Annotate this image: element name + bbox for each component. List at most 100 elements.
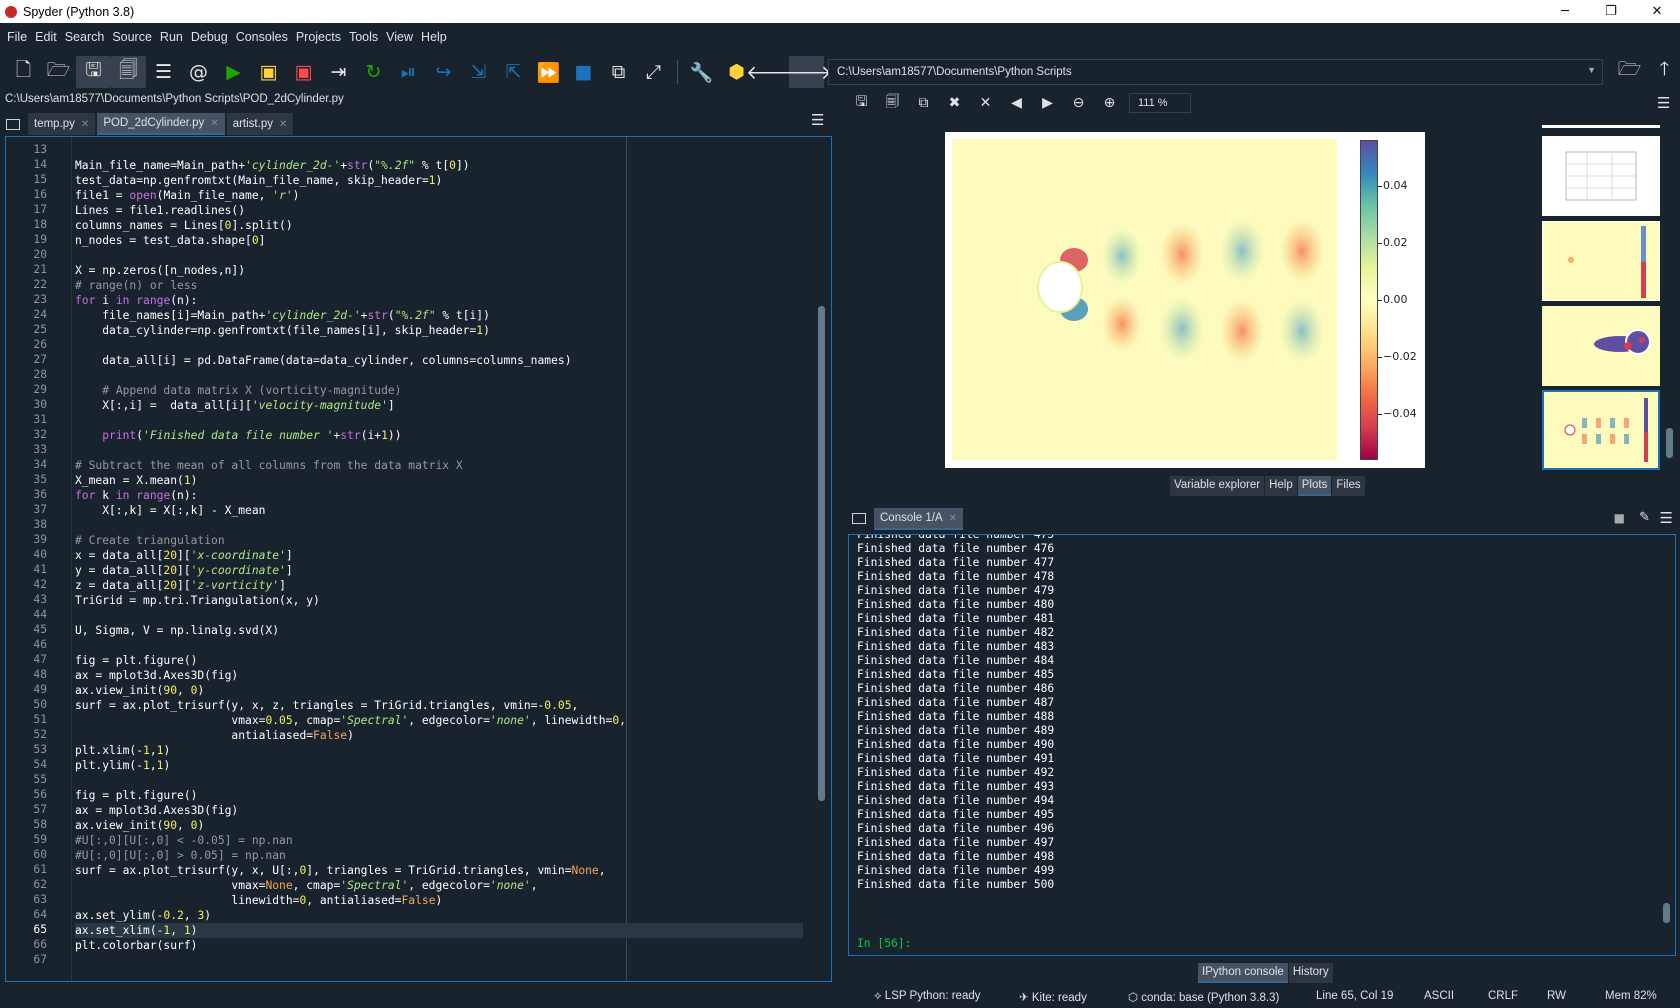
close-icon[interactable]: ✕ bbox=[210, 118, 218, 129]
plot-thumbnail[interactable] bbox=[1542, 125, 1660, 128]
code-line[interactable]: data_all[i] = pd.DataFrame(data=data_cyl… bbox=[75, 353, 571, 368]
code-line[interactable]: TriGrid = mp.tri.Triangulation(x, y) bbox=[75, 593, 320, 608]
tab-files[interactable]: Files bbox=[1332, 476, 1365, 496]
code-line[interactable]: ax = mplot3d.Axes3D(fig) bbox=[75, 803, 238, 818]
code-line[interactable]: ax.view_init(90, 0) bbox=[75, 818, 204, 833]
code-line[interactable]: plt.colorbar(surf) bbox=[75, 938, 197, 953]
debug-icon[interactable]: ⏯ bbox=[391, 56, 426, 88]
save-plot-icon[interactable]: 🖫 bbox=[846, 91, 877, 115]
zoom-in-icon[interactable]: ⊕ bbox=[1094, 95, 1125, 111]
working-directory-input[interactable]: C:\Users\am18577\Documents\Python Script… bbox=[828, 59, 1603, 85]
ipython-console[interactable]: Finished data file number 475 Finished da… bbox=[848, 534, 1676, 956]
code-editor[interactable]: 13 14 15 16 17 18 19 20 21 22 23 24 25 26 27 28 29 30 31 32… bbox=[5, 136, 832, 982]
code-line[interactable]: U, Sigma, V = np.linalg.svd(X) bbox=[75, 623, 279, 638]
stop-kernel-icon[interactable]: ■ bbox=[1614, 511, 1625, 525]
forward-arrow-icon[interactable]: 🡒 bbox=[781, 56, 832, 88]
menu-help[interactable]: Help bbox=[417, 30, 451, 44]
open-folder-icon[interactable]: 🗁 bbox=[41, 56, 76, 88]
copy-plot-icon[interactable]: ⧉ bbox=[908, 95, 939, 111]
code-line[interactable]: surf = ax.plot_trisurf(y, x, z, triangle… bbox=[75, 698, 578, 713]
code-line[interactable]: #U[:,0][U[:,0] < -0.05] = np.nan bbox=[75, 833, 293, 848]
scrollbar-thumb[interactable] bbox=[1663, 903, 1670, 923]
code-line[interactable]: for k in range(n): bbox=[75, 488, 197, 503]
code-line[interactable]: data_cylinder=np.genfromtxt(file_names[i… bbox=[75, 323, 490, 338]
pane-splitter[interactable] bbox=[836, 93, 844, 983]
menu-tools[interactable]: Tools bbox=[345, 30, 382, 44]
tab-ipython-console[interactable]: IPython console bbox=[1198, 963, 1288, 983]
code-line[interactable]: # Create triangulation bbox=[75, 533, 225, 548]
code-line[interactable]: #U[:,0][U[:,0] > 0.05] = np.nan bbox=[75, 848, 286, 863]
code-line[interactable]: antialiased=False) bbox=[75, 728, 353, 743]
close-icon[interactable]: ✕ bbox=[81, 119, 89, 130]
code-line[interactable]: vmax=None, cmap='Spectral', edgecolor='n… bbox=[75, 878, 537, 893]
code-line[interactable]: file1 = open(Main_file_name, 'r') bbox=[75, 188, 299, 203]
code-line[interactable]: ax.view_init(90, 0) bbox=[75, 683, 204, 698]
console-prompt[interactable]: In [56]: bbox=[857, 937, 911, 950]
remove-all-plots-icon[interactable]: ✕ bbox=[970, 95, 1001, 111]
editor-scrollbar[interactable] bbox=[816, 141, 826, 977]
parent-dir-icon[interactable]: 🡑 bbox=[1647, 55, 1680, 87]
remove-plot-icon[interactable]: ✖ bbox=[939, 95, 970, 111]
code-line[interactable]: test_data=np.genfromtxt(Main_file_name, … bbox=[75, 173, 442, 188]
tab-history[interactable]: History bbox=[1288, 963, 1333, 983]
maximize-pane-icon[interactable]: ⧉ bbox=[601, 56, 636, 88]
rerun-icon[interactable]: ↻ bbox=[356, 56, 391, 88]
next-plot-icon[interactable]: ▶ bbox=[1032, 95, 1063, 111]
menu-debug[interactable]: Debug bbox=[187, 30, 232, 44]
code-line[interactable]: plt.xlim(-1,1) bbox=[75, 743, 170, 758]
code-line[interactable]: fig = plt.figure() bbox=[75, 788, 197, 803]
code-line[interactable]: ax.set_xlim(-1, 1) bbox=[75, 923, 803, 938]
close-icon[interactable]: ✕ bbox=[949, 513, 957, 524]
menu-run[interactable]: Run bbox=[156, 30, 187, 44]
plot-thumbnail-selected[interactable] bbox=[1542, 390, 1660, 470]
kite-status[interactable]: ✈ Kite: ready bbox=[1019, 990, 1087, 1004]
code-line[interactable]: n_nodes = test_data.shape[0] bbox=[75, 233, 265, 248]
code-line[interactable]: y = data_all[20]['y-coordinate'] bbox=[75, 563, 293, 578]
minimize-button[interactable]: ─ bbox=[1542, 0, 1588, 23]
email-icon[interactable]: @ bbox=[181, 56, 216, 88]
thumbnails-scrollbar[interactable] bbox=[1666, 130, 1674, 475]
zoom-out-icon[interactable]: ⊖ bbox=[1063, 95, 1094, 111]
previous-plot-icon[interactable]: ◀ bbox=[1001, 95, 1032, 111]
step-into-icon[interactable]: ⇲ bbox=[461, 56, 496, 88]
scrollbar-thumb[interactable] bbox=[818, 306, 825, 801]
code-line[interactable]: # Subtract the mean of all columns from … bbox=[75, 458, 463, 473]
run-cell-advance-icon[interactable]: ▣ bbox=[286, 56, 321, 88]
menu-edit[interactable]: Edit bbox=[31, 30, 61, 44]
wrench-icon[interactable]: 🔧 bbox=[684, 56, 719, 88]
console-scrollbar[interactable] bbox=[1661, 543, 1671, 943]
code-line[interactable]: X = np.zeros([n_nodes,n]) bbox=[75, 263, 245, 278]
code-line[interactable]: ax.set_ylim(-0.2, 3) bbox=[75, 908, 211, 923]
console-options-icon[interactable]: ☰ bbox=[1660, 509, 1673, 527]
menu-view[interactable]: View bbox=[382, 30, 417, 44]
continue-icon[interactable]: ⏩ bbox=[531, 56, 566, 88]
step-return-icon[interactable]: ⇱ bbox=[496, 56, 531, 88]
menu-projects[interactable]: Projects bbox=[292, 30, 345, 44]
code-line[interactable]: z = data_all[20]['z-vorticity'] bbox=[75, 578, 286, 593]
code-line[interactable]: Main_file_name=Main_path+'cylinder_2d-'+… bbox=[75, 158, 470, 173]
step-icon[interactable]: ↪ bbox=[426, 56, 461, 88]
tab-variable-explorer[interactable]: Variable explorer bbox=[1170, 476, 1265, 496]
code-line[interactable]: # range(n) or less bbox=[75, 278, 197, 293]
browse-folder-icon[interactable]: 🗁 bbox=[1612, 55, 1647, 87]
code-line[interactable]: for i in range(n): bbox=[75, 293, 197, 308]
scrollbar-thumb[interactable] bbox=[1666, 428, 1673, 458]
run-cell-icon[interactable]: ▣ bbox=[251, 56, 286, 88]
plots-options-icon[interactable]: ☰ bbox=[1657, 94, 1670, 112]
new-file-icon[interactable]: 🗋 bbox=[6, 56, 41, 88]
code-line[interactable]: X[:,k] = X[:,k] - X_mean bbox=[75, 503, 265, 518]
plot-thumbnail[interactable] bbox=[1542, 306, 1660, 386]
tab-console-1a[interactable]: Console 1/A ✕ bbox=[874, 508, 964, 530]
fullscreen-icon[interactable]: ⤢ bbox=[636, 56, 671, 88]
menu-search[interactable]: Search bbox=[61, 30, 109, 44]
plot-thumbnail[interactable] bbox=[1542, 221, 1660, 301]
code-line[interactable]: file_names[i]=Main_path+'cylinder_2d-'+s… bbox=[75, 308, 490, 323]
stop-icon[interactable]: ■ bbox=[566, 56, 601, 88]
save-icon[interactable]: 🖫 bbox=[76, 56, 111, 88]
code-line[interactable]: Lines = file1.readlines() bbox=[75, 203, 245, 218]
tab-artist-py[interactable]: artist.py ✕ bbox=[226, 113, 294, 135]
code-line[interactable]: X_mean = X.mean(1) bbox=[75, 473, 197, 488]
zoom-field[interactable]: 111 % bbox=[1129, 93, 1191, 113]
menu-source[interactable]: Source bbox=[108, 30, 156, 44]
list-icon[interactable]: ☰ bbox=[146, 56, 181, 88]
